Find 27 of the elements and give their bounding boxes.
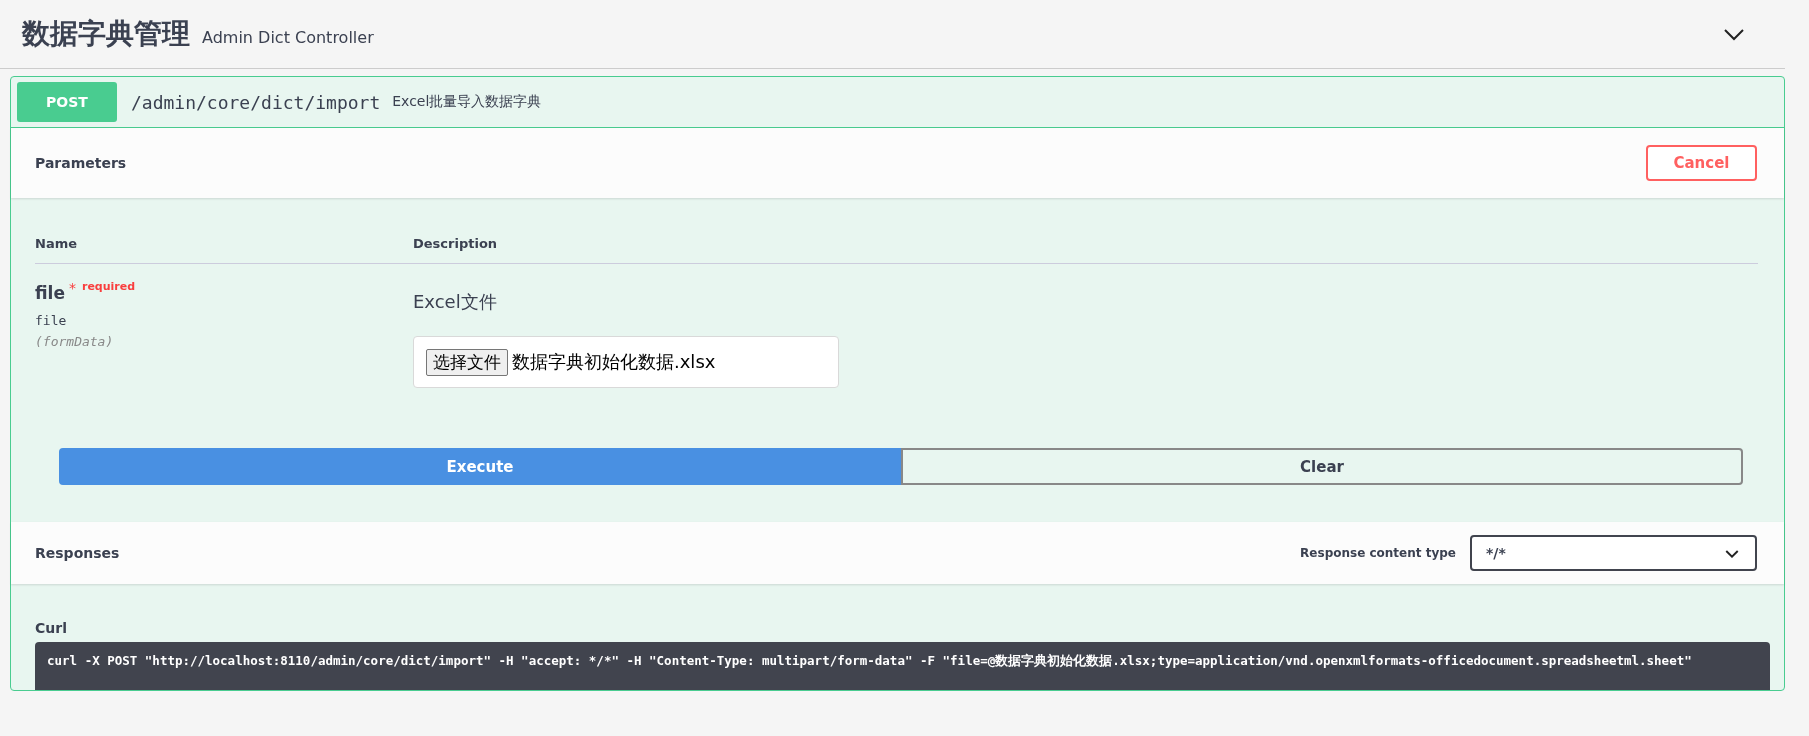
content-type-label: Response content type: [1300, 546, 1456, 560]
content-type-select[interactable]: */*: [1470, 535, 1757, 571]
parameter-type: file: [35, 313, 68, 328]
endpoint-path: /admin/core/dict/import: [131, 91, 381, 113]
curl-label: Curl: [35, 620, 68, 636]
chevron-icon[interactable]: [1723, 27, 1745, 41]
column-header: Description: [413, 236, 498, 251]
section-title: Parameters: [35, 155, 127, 171]
choose-file-button[interactable]: 选择文件: [426, 348, 508, 376]
parameter-location: (formData): [35, 334, 115, 349]
section-title: Responses: [35, 545, 120, 561]
endpoint-summary: Excel批量导入数据字典: [392, 93, 542, 111]
tag-description: Admin Dict Controller: [202, 28, 374, 47]
select-value: */*: [1486, 545, 1506, 561]
file-name: 数据字典初始化数据.xlsx: [512, 350, 716, 374]
chevron-icon[interactable]: [1725, 548, 1739, 558]
clear-button[interactable]: Clear: [901, 448, 1743, 485]
required-mark: *: [68, 280, 76, 296]
parameter-name: file: [35, 283, 65, 303]
required-label: required: [81, 280, 136, 293]
curl-command: curl -X POST "http://localhost:8110/admin/core/dict/import" -H "accept: */*" -H "Content-Type: multipart/form-data" -F "file=@数据字典初始化数据.xlsx;type=application/vnd.openxmlformats-officedocument.spreadsheetml.sheet": [35, 642, 1770, 690]
method-badge: POST: [17, 82, 117, 122]
tag-header[interactable]: 数据字典管理 Admin Dict Controller: [0, 0, 1785, 69]
tag-title: 数据字典管理: [22, 16, 190, 52]
column-header: Name: [35, 236, 78, 251]
parameter-description: Excel文件: [413, 290, 498, 314]
file-input[interactable]: 选择文件 数据字典初始化数据.xlsx: [413, 336, 839, 388]
